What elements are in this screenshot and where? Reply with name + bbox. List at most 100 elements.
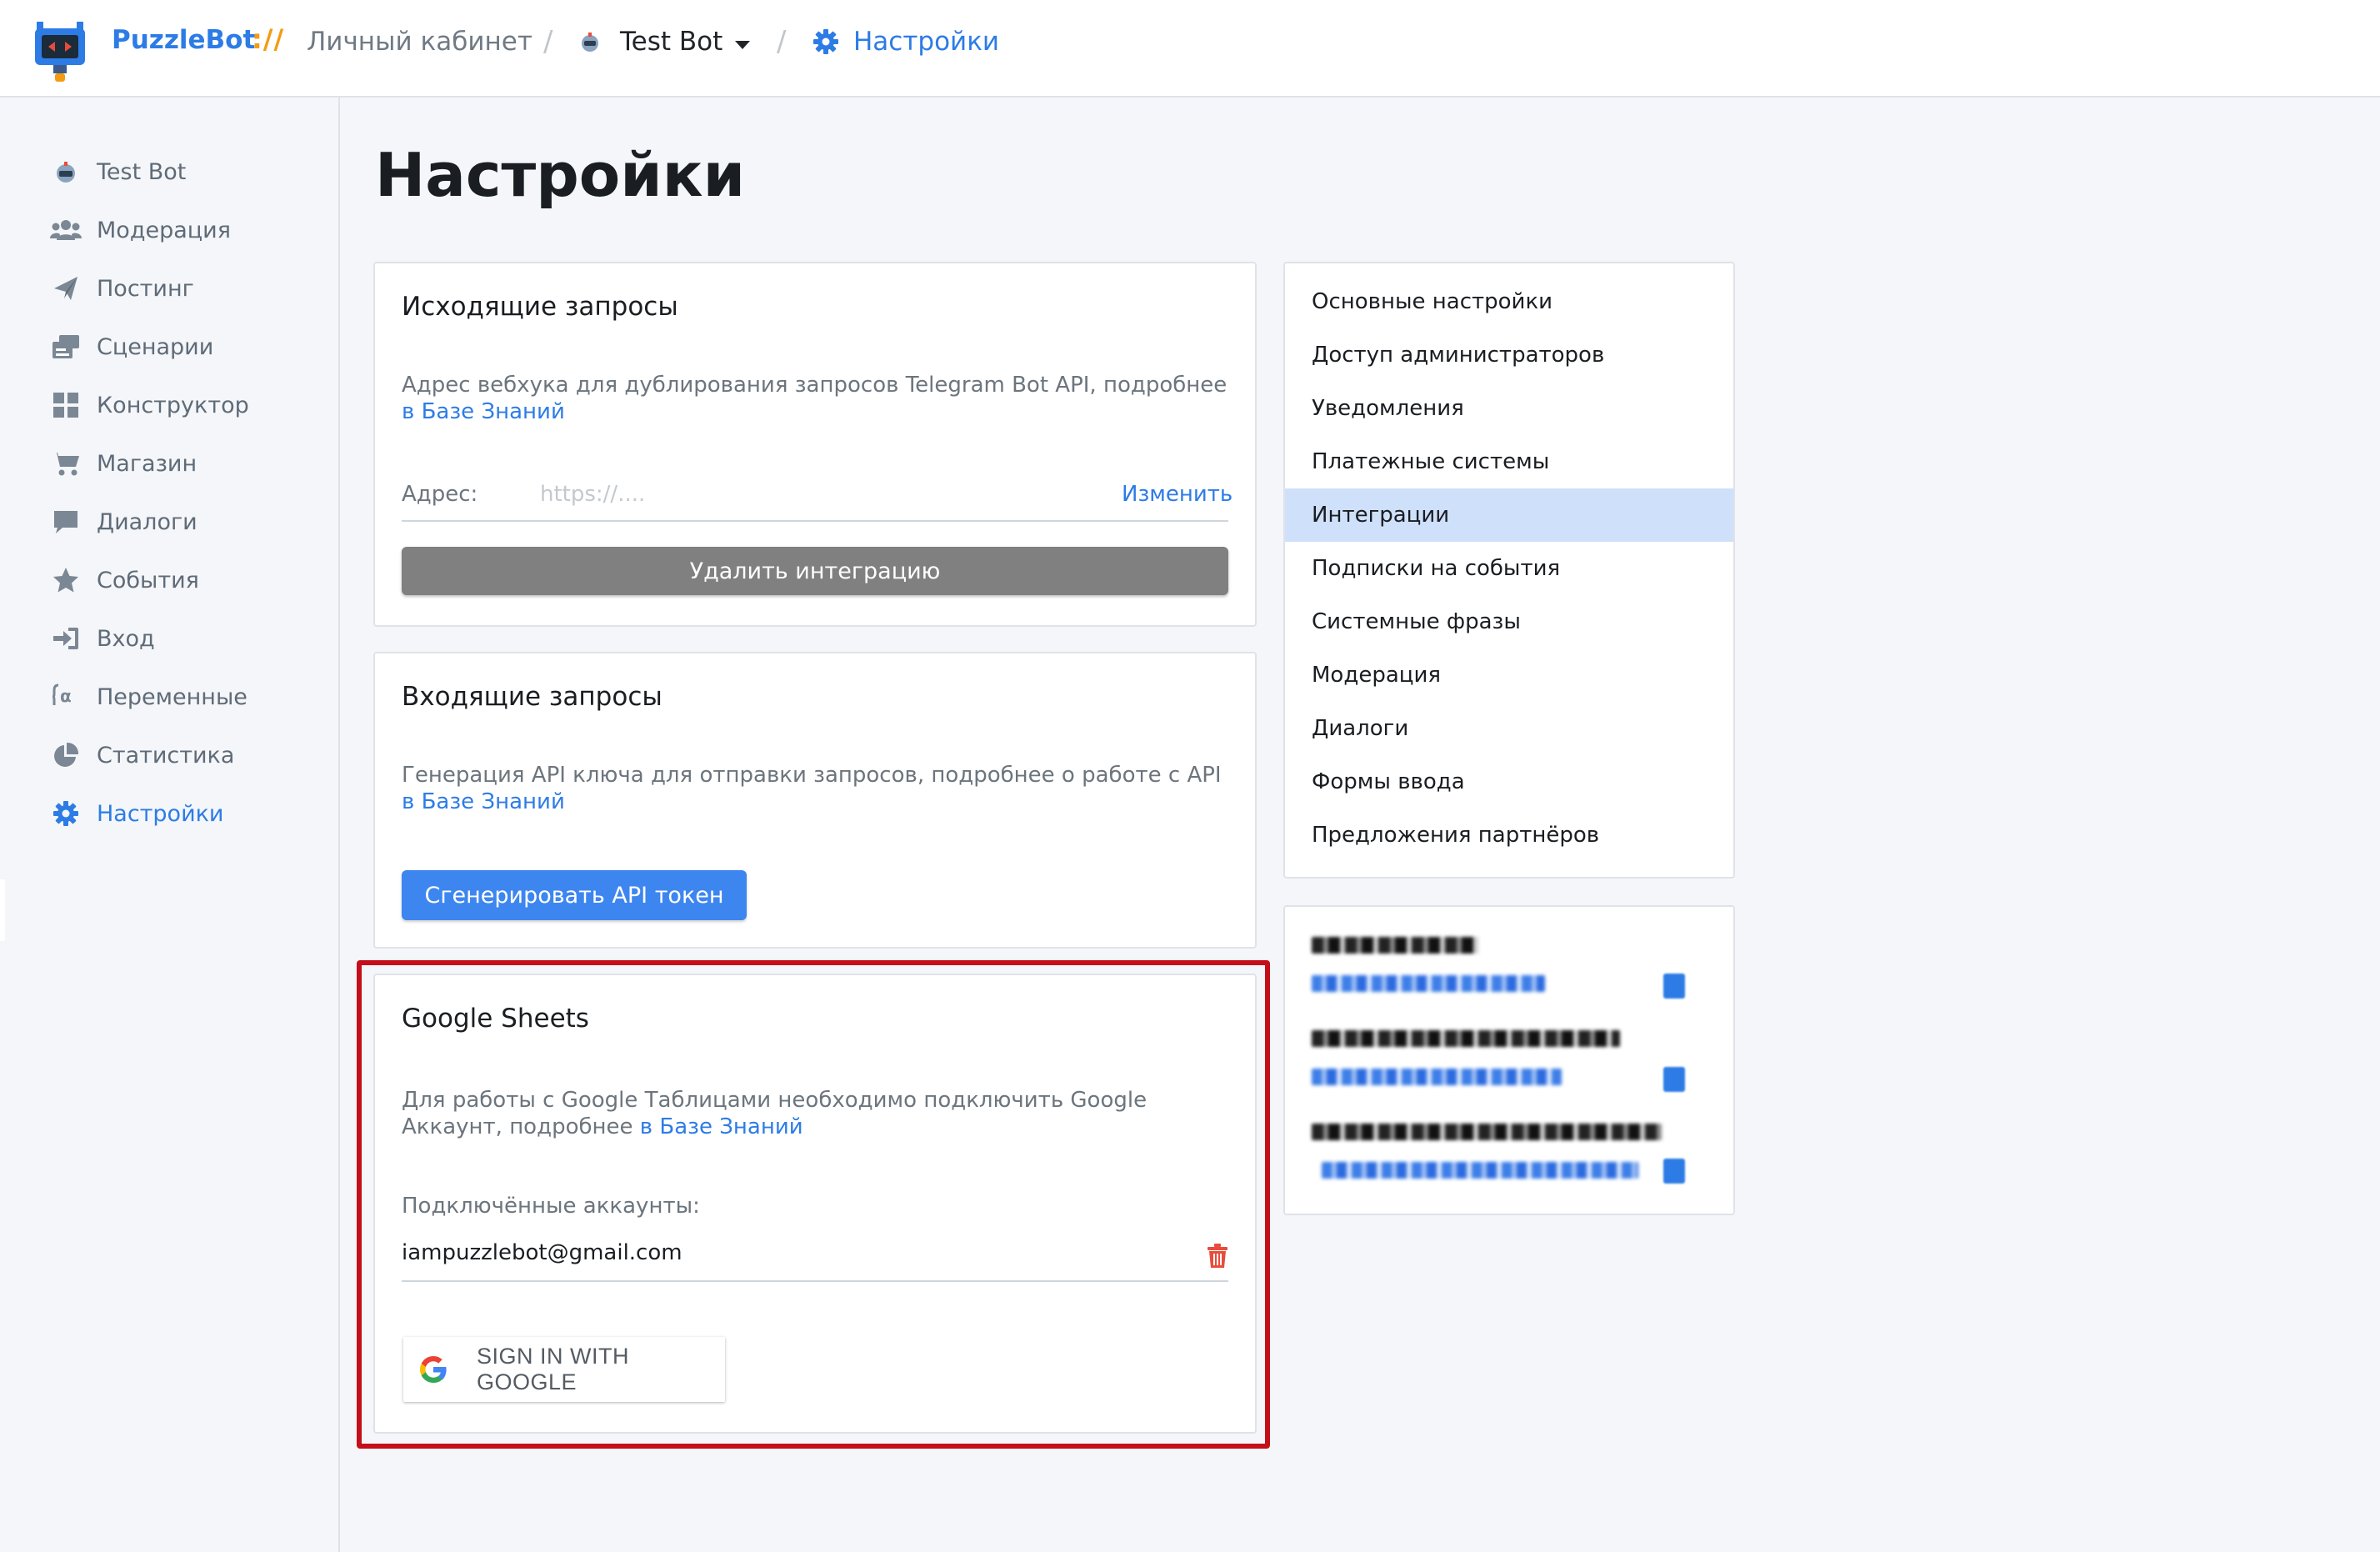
menu-item-label: Системные фразы [1312, 609, 1521, 634]
sidebar-item-label: Диалоги [97, 508, 198, 535]
blurred-text [1312, 1124, 1662, 1140]
sidebar-item-posting[interactable]: Постинг [50, 268, 325, 309]
puzzlebot-logo-icon[interactable] [32, 12, 88, 83]
gear-icon [812, 28, 839, 58]
menu-item-label: Уведомления [1312, 396, 1464, 421]
pie-chart-icon [50, 739, 82, 771]
sidebar-item-label: Test Bot [97, 158, 187, 185]
outgoing-requests-card: Исходящие запросы Адрес вебхука для дубл… [373, 262, 1257, 627]
active-indicator [0, 879, 5, 941]
menu-item-label: Диалоги [1312, 716, 1409, 741]
generate-api-token-button[interactable]: Сгенерировать API токен [402, 870, 747, 920]
sidebar-item-settings[interactable]: Настройки [50, 793, 325, 834]
blurred-link[interactable] [1312, 975, 1545, 992]
sidebar-item-label: Переменные [97, 683, 248, 710]
menu-item-label: Модерация [1312, 663, 1441, 688]
variable-icon: α [50, 681, 82, 713]
knowledge-base-link[interactable]: в Базе Знаний [402, 789, 565, 814]
sidebar-item-variables[interactable]: α Переменные [50, 676, 325, 718]
blurred-link[interactable] [1322, 1162, 1638, 1179]
paper-plane-icon [50, 273, 82, 304]
sidebar: Test Bot Модерация Постинг Сценарии Конс… [0, 98, 340, 1552]
sidebar-item-label: Модерация [97, 217, 231, 243]
sidebar-item-label: Сценарии [97, 333, 214, 360]
menu-item-label: Платежные системы [1312, 449, 1550, 474]
sidebar-item-constructor[interactable]: Конструктор [50, 384, 325, 426]
brand-separator: :// [252, 23, 285, 55]
grid-icon [50, 389, 82, 421]
settings-menu-item-moderation[interactable]: Модерация [1285, 648, 1733, 702]
description-text: Генерация API ключа для отправки запросо… [402, 763, 1222, 788]
external-link-icon[interactable] [1663, 1067, 1685, 1092]
breadcrumb-bot[interactable]: Test Bot [620, 27, 722, 57]
card-title: Исходящие запросы [402, 292, 678, 322]
menu-item-label: Интеграции [1312, 503, 1450, 528]
card-title: Входящие запросы [402, 682, 662, 712]
description-text: Адрес вебхука для дублирования запросов … [402, 373, 1228, 398]
breadcrumb-cabinet[interactable]: Личный кабинет [307, 27, 532, 57]
breadcrumb-divider: / [543, 25, 553, 58]
external-link-icon[interactable] [1663, 1159, 1685, 1184]
top-bar: PuzzleBot :// Личный кабинет / Test Bot … [0, 0, 2380, 98]
brand-name[interactable]: PuzzleBot [112, 25, 255, 55]
svg-text:α: α [60, 686, 72, 706]
settings-menu-item-payment-systems[interactable]: Платежные системы [1285, 435, 1733, 488]
incoming-requests-card: Входящие запросы Генерация API ключа для… [373, 652, 1257, 949]
sidebar-item-test-bot[interactable]: Test Bot [50, 151, 325, 193]
bot-avatar-icon [578, 30, 602, 57]
settings-menu-item-dialogs[interactable]: Диалоги [1285, 702, 1733, 755]
sidebar-item-label: Магазин [97, 450, 198, 477]
menu-item-label: Предложения партнёров [1312, 823, 1600, 848]
sidebar-item-shop[interactable]: Магазин [50, 443, 325, 484]
sidebar-item-login[interactable]: Вход [50, 618, 325, 659]
sidebar-item-label: Статистика [97, 742, 235, 768]
users-icon [50, 214, 82, 246]
sidebar-item-label: Вход [97, 625, 155, 652]
sidebar-item-events[interactable]: События [50, 559, 325, 601]
webhook-address-input[interactable]: https://.... [540, 482, 645, 507]
change-address-link[interactable]: Изменить [1122, 482, 1232, 507]
blurred-text [1312, 1030, 1620, 1047]
chat-icon [50, 506, 82, 538]
settings-menu-item-integrations[interactable]: Интеграции [1285, 488, 1733, 542]
settings-menu-item-main[interactable]: Основные настройки [1285, 275, 1733, 328]
settings-menu-item-event-subscriptions[interactable]: Подписки на события [1285, 542, 1733, 595]
highlight-annotation [357, 960, 1270, 1449]
settings-menu-item-system-phrases[interactable]: Системные фразы [1285, 595, 1733, 648]
knowledge-base-link[interactable]: в Базе Знаний [402, 399, 565, 424]
sidebar-item-label: Постинг [97, 275, 194, 302]
star-icon [50, 564, 82, 596]
page-title: Настройки [375, 140, 746, 210]
menu-item-label: Формы ввода [1312, 769, 1465, 794]
menu-item-label: Подписки на события [1312, 556, 1561, 581]
scenario-icon [50, 331, 82, 363]
blurred-link[interactable] [1312, 1069, 1562, 1085]
blurred-text [1312, 937, 1478, 954]
address-underline [402, 520, 1228, 522]
bot-icon [50, 156, 82, 188]
sidebar-item-label: Конструктор [97, 392, 249, 418]
settings-menu-item-notifications[interactable]: Уведомления [1285, 382, 1733, 435]
sidebar-item-statistics[interactable]: Статистика [50, 734, 325, 776]
address-label: Адрес: [402, 482, 478, 507]
card-description: Генерация API ключа для отправки запросо… [402, 762, 1235, 815]
chevron-down-icon[interactable] [733, 38, 752, 54]
card-description: Адрес вебхука для дублирования запросов … [402, 372, 1235, 425]
sidebar-item-scenarios[interactable]: Сценарии [50, 326, 325, 368]
cart-icon [50, 448, 82, 479]
sidebar-item-dialogs[interactable]: Диалоги [50, 501, 325, 543]
menu-item-label: Доступ администраторов [1312, 343, 1605, 368]
breadcrumb-settings[interactable]: Настройки [853, 27, 999, 57]
external-link-icon[interactable] [1663, 974, 1685, 999]
sidebar-item-moderation[interactable]: Модерация [50, 209, 325, 251]
sidebar-item-label: События [97, 567, 199, 593]
sign-in-icon [50, 623, 82, 654]
settings-menu-item-input-forms[interactable]: Формы ввода [1285, 755, 1733, 809]
settings-menu-item-partner-offers[interactable]: Предложения партнёров [1285, 809, 1733, 862]
settings-menu-item-admin-access[interactable]: Доступ администраторов [1285, 328, 1733, 382]
delete-integration-button[interactable]: Удалить интеграцию [402, 547, 1228, 595]
menu-item-label: Основные настройки [1312, 289, 1553, 314]
sidebar-item-label: Настройки [97, 800, 224, 827]
breadcrumb-divider: / [777, 25, 787, 58]
gear-icon [50, 798, 82, 829]
